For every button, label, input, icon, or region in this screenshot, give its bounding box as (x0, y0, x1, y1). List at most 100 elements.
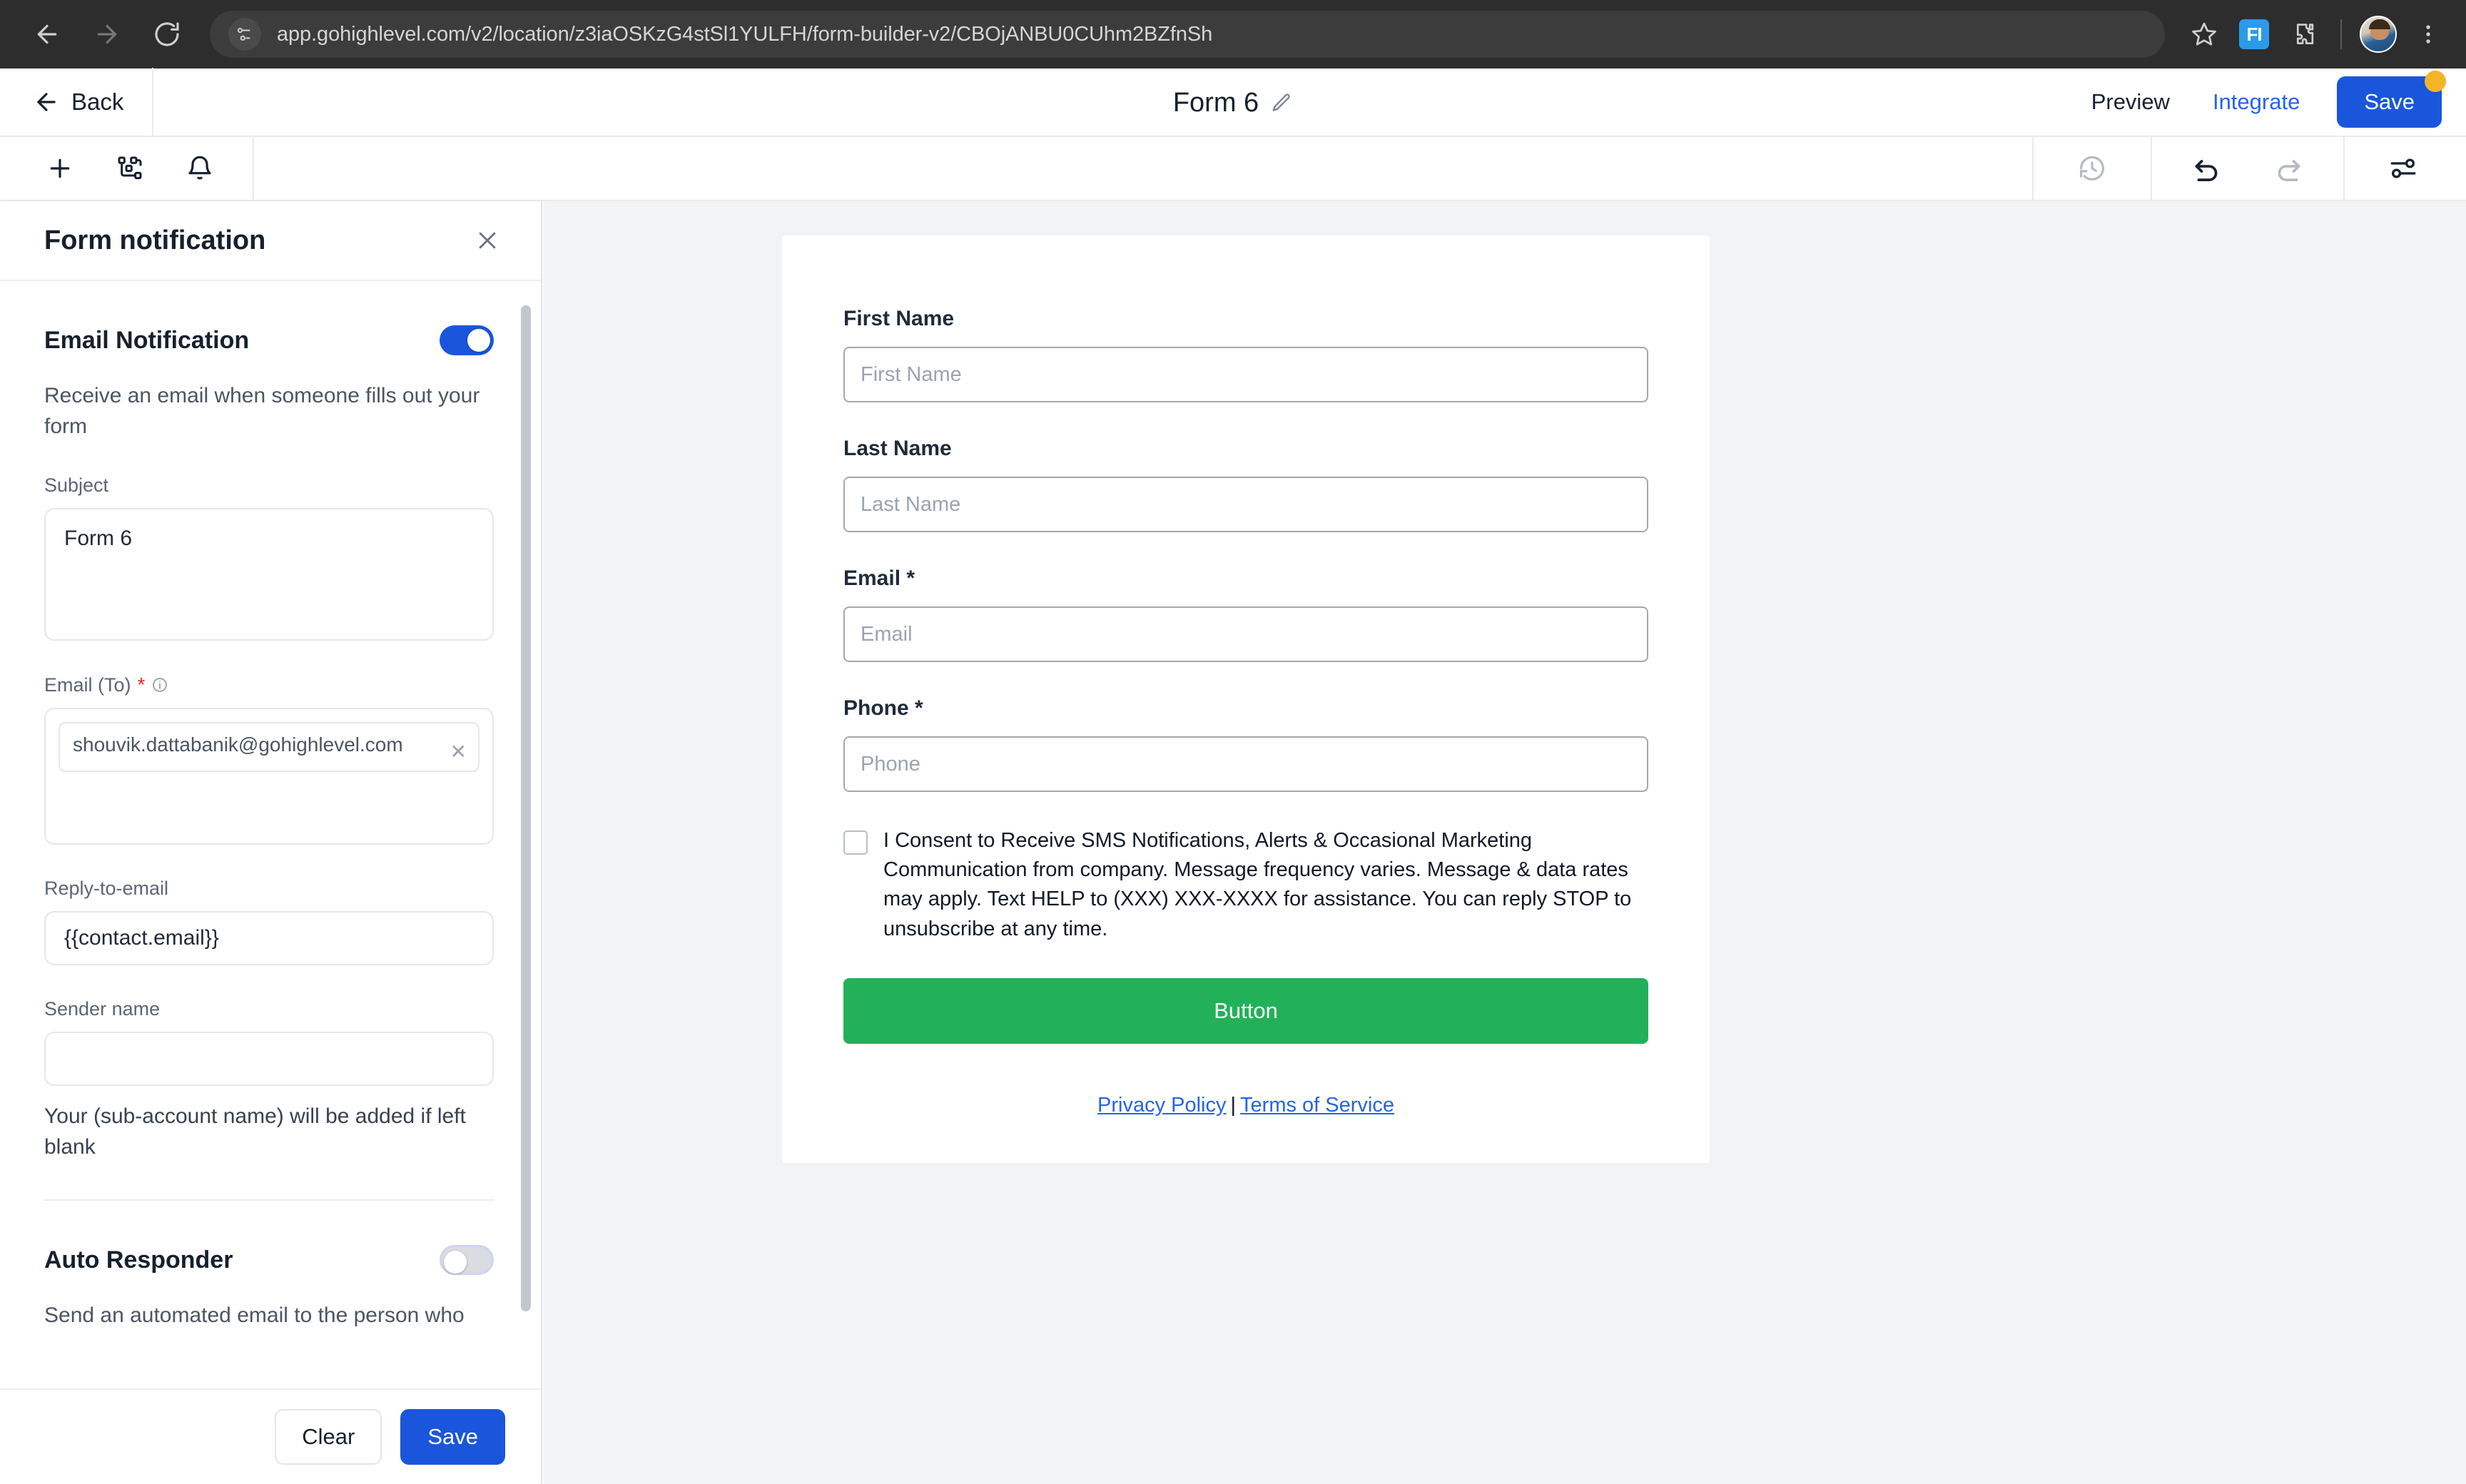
form-settings-icon[interactable] (2378, 136, 2429, 200)
reply-to-label-row: Reply-to-email (44, 878, 494, 900)
edit-pencil-icon[interactable] (1270, 91, 1293, 114)
back-button[interactable]: Back (0, 68, 152, 136)
form-submit-button[interactable]: Button (843, 977, 1648, 1044)
toolbar-divider (2340, 19, 2342, 49)
phone-input[interactable]: Phone (843, 736, 1648, 792)
redo-icon (2263, 136, 2315, 200)
toolbar-right-group (2032, 136, 2466, 200)
notifications-bell-icon[interactable] (174, 136, 225, 200)
header-divider (152, 68, 154, 136)
preview-button[interactable]: Preview (2070, 89, 2191, 115)
page-title: Form 6 (1172, 87, 1259, 118)
subject-label-row: Subject (44, 474, 494, 497)
version-history-icon[interactable] (2066, 136, 2118, 200)
email-recipient-tag: shouvik.dattabanik@gohighlevel.com ✕ (59, 722, 480, 773)
email-recipient-value: shouvik.dattabanik@gohighlevel.com (73, 733, 403, 756)
last-name-input[interactable]: Last Name (843, 477, 1648, 532)
first-name-input[interactable]: First Name (843, 347, 1648, 402)
close-icon[interactable] (470, 223, 505, 258)
address-bar-url: app.gohighlevel.com/v2/location/z3iaOSKz… (277, 22, 1213, 46)
integrate-button[interactable]: Integrate (2191, 89, 2321, 115)
toggle-knob (467, 329, 490, 352)
email-to-label: Email (To) (44, 674, 131, 696)
sms-consent-text: I Consent to Receive SMS Notifications, … (883, 829, 1632, 940)
email-to-field[interactable]: shouvik.dattabanik@gohighlevel.com ✕ (44, 708, 494, 845)
manage-fields-icon[interactable] (104, 136, 156, 200)
extension-fi-icon[interactable]: FI (2231, 11, 2278, 58)
bookmark-star-icon[interactable] (2181, 11, 2228, 58)
panel-body[interactable]: Email Notification Receive an email when… (0, 281, 541, 1388)
subject-input[interactable]: Form 6 (44, 508, 494, 641)
email-notification-description: Receive an email when someone fills out … (44, 384, 480, 438)
forward-navigation-icon (80, 7, 134, 61)
undo-icon[interactable] (2181, 136, 2232, 200)
legal-separator: | (1230, 1093, 1237, 1117)
sms-consent-checkbox[interactable] (843, 830, 868, 855)
extension-fi-label: FI (2239, 19, 2269, 49)
email-required-asterisk: * (906, 566, 915, 590)
email-to-label-row: Email (To) * (44, 674, 494, 696)
form-notification-panel: Form notification Email Notification Rec… (0, 201, 542, 1484)
undo-redo-group (2152, 137, 2343, 200)
chrome-menu-icon[interactable] (2405, 11, 2452, 58)
toolbar-divider (253, 136, 254, 200)
address-bar[interactable]: app.gohighlevel.com/v2/location/z3iaOSKz… (210, 11, 2165, 58)
toggle-knob (444, 1251, 467, 1274)
save-button-wrapper: Save (2337, 71, 2446, 128)
header-actions: Preview Integrate Save (2070, 71, 2466, 128)
panel-footer: Clear Save (0, 1388, 541, 1484)
panel-scrollbar[interactable] (521, 305, 531, 1311)
history-group (2034, 137, 2151, 200)
field-label-last-name: Last Name (843, 437, 952, 460)
site-settings-icon[interactable] (228, 18, 261, 51)
panel-header: Form notification (0, 201, 541, 281)
auto-responder-header: Auto Responder (44, 1245, 494, 1276)
required-asterisk: * (137, 674, 146, 696)
section-divider (44, 1199, 494, 1201)
sender-name-label: Sender name (44, 998, 161, 1020)
extensions-puzzle-icon[interactable] (2280, 11, 2328, 58)
avatar (2360, 16, 2397, 53)
phone-label-text: Phone (843, 696, 909, 720)
arrow-left-icon (37, 93, 56, 111)
settings-group (2345, 137, 2466, 200)
unsaved-changes-badge (2425, 71, 2446, 92)
field-label-email: Email * (843, 566, 1648, 591)
form-preview-card: First Name First Name Last Name Last Nam… (782, 235, 1710, 1163)
subject-label: Subject (44, 474, 109, 497)
info-icon[interactable] (151, 676, 168, 693)
reply-to-input[interactable]: {{contact.email}} (44, 911, 494, 966)
remove-recipient-icon[interactable]: ✕ (450, 732, 467, 762)
sender-name-label-row: Sender name (44, 998, 494, 1020)
auto-responder-toggle[interactable] (440, 1245, 494, 1276)
legal-links: Privacy Policy | Terms of Service (843, 1094, 1648, 1117)
browser-toolbar-right: FI (2181, 11, 2466, 58)
field-label-first-name: First Name (843, 307, 955, 330)
email-input[interactable]: Email (843, 606, 1648, 662)
email-label-text: Email (843, 566, 901, 590)
sender-name-help: Your (sub-account name) will be added if… (44, 1104, 466, 1159)
privacy-policy-link[interactable]: Privacy Policy (1097, 1094, 1227, 1117)
email-notification-toggle[interactable] (440, 325, 494, 355)
reply-to-label: Reply-to-email (44, 878, 169, 900)
add-element-icon[interactable] (34, 136, 86, 200)
terms-of-service-link[interactable]: Terms of Service (1240, 1094, 1394, 1117)
app-header: Back Form 6 Preview Integrate Save (0, 68, 2466, 137)
reload-icon[interactable] (140, 7, 194, 61)
builder-toolbar (0, 136, 2466, 201)
form-canvas: First Name First Name Last Name Last Nam… (544, 201, 2466, 1484)
panel-title: Form notification (44, 225, 266, 255)
back-navigation-icon[interactable] (20, 7, 74, 61)
sms-consent-row: I Consent to Receive SMS Notifications, … (843, 826, 1648, 944)
auto-responder-title: Auto Responder (44, 1246, 233, 1274)
auto-responder-description: Send an automated email to the person wh… (44, 1303, 465, 1328)
phone-required-asterisk: * (915, 696, 923, 720)
panel-save-button[interactable]: Save (400, 1409, 505, 1465)
browser-chrome: app.gohighlevel.com/v2/location/z3iaOSKz… (0, 0, 2466, 68)
profile-avatar[interactable] (2355, 11, 2402, 58)
email-notification-header: Email Notification (44, 325, 494, 355)
toolbar-left-group (0, 136, 254, 200)
clear-button[interactable]: Clear (275, 1409, 382, 1465)
field-label-phone: Phone * (843, 696, 1648, 721)
sender-name-input[interactable] (44, 1032, 494, 1087)
